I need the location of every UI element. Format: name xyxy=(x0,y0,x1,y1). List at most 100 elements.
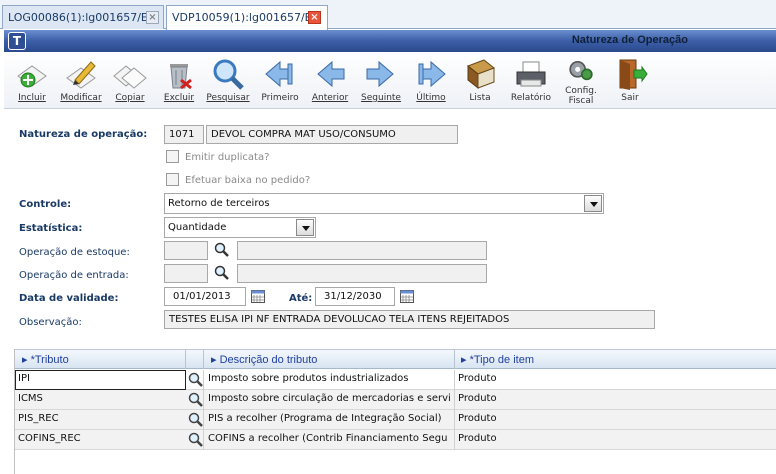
controle-value: Retorno de terceiros xyxy=(168,198,270,209)
close-icon[interactable]: × xyxy=(146,11,159,24)
column-header-tributo[interactable]: ▸ *Tributo xyxy=(22,353,69,366)
anterior-label: Anterior xyxy=(311,93,349,103)
emitir-duplicata-checkbox[interactable] xyxy=(166,150,179,163)
operacao-entrada-code-field[interactable] xyxy=(164,264,208,283)
controle-select[interactable]: Retorno de terceiros xyxy=(164,193,604,214)
window-titlebar: T Natureza de Operação xyxy=(4,30,776,52)
sair-button[interactable]: Sair xyxy=(606,56,654,108)
lista-label: Lista xyxy=(469,93,491,103)
calendar-icon[interactable] xyxy=(400,290,414,303)
data-inicio-field[interactable]: 01/01/2013 xyxy=(164,287,246,306)
copy-document-icon xyxy=(113,65,147,89)
descricao-cell: Imposto sobre circulação de mercadorias … xyxy=(208,393,451,404)
table-row[interactable]: ICMS Imposto sobre circulação de mercado… xyxy=(15,390,776,410)
grid-header: ▸ *Tributo ▸ Descrição do tributo ▸ *Tip… xyxy=(15,349,776,369)
tipo-item-cell: Produto xyxy=(458,433,497,444)
tab-log00086[interactable]: LOG00086(1):lg001657/ES × xyxy=(2,5,164,29)
natureza-label: Natureza de operação: xyxy=(19,129,148,140)
operacao-entrada-label: Operação de entrada: xyxy=(19,270,129,281)
estatistica-value: Quantidade xyxy=(168,222,227,233)
next-arrow-icon xyxy=(366,60,394,88)
table-row[interactable]: IPI Imposto sobre produtos industrializa… xyxy=(15,370,776,390)
relatorio-label: Relatório xyxy=(510,93,552,103)
tributo-cell: PIS_REC xyxy=(18,413,59,424)
column-separator xyxy=(203,350,204,369)
table-row[interactable]: PIS_REC PIS a recolher (Programa de Inte… xyxy=(15,410,776,430)
operacao-entrada-description-field[interactable] xyxy=(237,264,487,283)
search-icon[interactable] xyxy=(213,264,231,282)
lista-button[interactable]: Lista xyxy=(456,56,504,108)
controle-label: Controle: xyxy=(19,199,72,210)
column-header-tipo-item[interactable]: ▸ *Tipo de item xyxy=(461,353,534,366)
sair-label: Sair xyxy=(621,93,639,103)
ultimo-button[interactable]: Último xyxy=(407,56,455,108)
tab-strip: LOG00086(1):lg001657/ES × VDP10059(1):lg… xyxy=(0,0,776,30)
ate-label: Até: xyxy=(289,293,313,304)
toolbar: Incluir Modificar Copiar Excluir Pesquis… xyxy=(4,52,776,109)
chevron-down-icon[interactable] xyxy=(296,219,314,236)
column-separator xyxy=(185,350,186,369)
book-icon xyxy=(467,59,495,90)
observacao-field[interactable]: TESTES ELISA IPI NF ENTRADA DEVOLUCAO TE… xyxy=(164,310,655,329)
tributo-cell: ICMS xyxy=(18,393,43,404)
anterior-button[interactable]: Anterior xyxy=(306,56,354,108)
column-separator xyxy=(454,350,455,369)
column-separator xyxy=(454,390,455,410)
add-document-icon xyxy=(17,65,47,88)
column-separator xyxy=(203,410,204,430)
descricao-cell: Imposto sobre produtos industrializados xyxy=(208,373,409,384)
column-separator xyxy=(203,370,204,390)
magnifier-icon xyxy=(213,59,244,90)
last-arrow-icon xyxy=(418,60,446,88)
operacao-estoque-description-field[interactable] xyxy=(237,241,487,260)
data-validade-label: Data de validade: xyxy=(19,293,119,304)
previous-arrow-icon xyxy=(317,60,345,88)
column-separator xyxy=(203,390,204,410)
efetuar-baixa-checkbox[interactable] xyxy=(166,173,179,186)
tipo-item-cell: Produto xyxy=(458,373,497,384)
table-row[interactable]: COFINS_REC COFINS a recolher (Contrib Fi… xyxy=(15,430,776,450)
column-separator xyxy=(454,410,455,430)
app-logo-icon: T xyxy=(8,32,26,50)
search-icon[interactable] xyxy=(213,241,231,259)
natureza-description-field[interactable]: DEVOL COMPRA MAT USO/CONSUMO xyxy=(206,125,458,144)
copiar-button[interactable]: Copiar xyxy=(106,56,154,108)
config-label: Config. xyxy=(565,86,597,96)
seguinte-button[interactable]: Seguinte xyxy=(357,56,405,108)
observacao-label: Observação: xyxy=(19,317,82,328)
seguinte-label: Seguinte xyxy=(361,93,401,103)
primeiro-button[interactable]: Primeiro xyxy=(256,56,304,108)
natureza-code-field[interactable]: 1071 xyxy=(164,125,204,144)
efetuar-baixa-label: Efetuar baixa no pedido? xyxy=(185,175,311,186)
calendar-icon[interactable] xyxy=(251,290,265,303)
column-separator xyxy=(454,430,455,450)
selected-cell[interactable] xyxy=(15,370,186,390)
pesquisar-button[interactable]: Pesquisar xyxy=(204,56,252,108)
edit-pencil-icon xyxy=(66,61,96,89)
window-title: Natureza de Operação xyxy=(571,34,688,46)
descricao-cell: COFINS a recolher (Contrib Financiamento… xyxy=(208,433,448,444)
relatorio-button[interactable]: Relatório xyxy=(507,56,555,108)
excluir-label: Excluir xyxy=(163,93,195,103)
trash-icon xyxy=(170,64,192,90)
first-arrow-icon xyxy=(265,60,293,88)
descricao-cell: PIS a recolher (Programa de Integração S… xyxy=(208,413,442,424)
tributo-cell: IPI xyxy=(18,373,30,384)
modificar-button[interactable]: Modificar xyxy=(57,56,105,108)
operacao-estoque-code-field[interactable] xyxy=(164,241,208,260)
pesquisar-label: Pesquisar xyxy=(206,93,250,103)
tributos-grid: ▸ *Tributo ▸ Descrição do tributo ▸ *Tip… xyxy=(14,349,776,474)
modificar-label: Modificar xyxy=(60,93,102,103)
gear-config-icon xyxy=(569,60,593,81)
data-fim-field[interactable]: 31/12/2030 xyxy=(315,287,395,306)
estatistica-select[interactable]: Quantidade xyxy=(164,217,316,238)
tab-vdp10059[interactable]: VDP10059(1):lg001657/ES × xyxy=(166,5,328,30)
exit-door-icon xyxy=(619,59,648,90)
column-header-descricao[interactable]: ▸ Descrição do tributo xyxy=(211,353,317,366)
chevron-down-icon[interactable] xyxy=(584,195,602,212)
column-separator xyxy=(454,370,455,390)
close-icon[interactable]: × xyxy=(308,11,321,24)
config-fiscal-button[interactable]: Config. Fiscal xyxy=(557,56,605,108)
excluir-button[interactable]: Excluir xyxy=(155,56,203,108)
incluir-button[interactable]: Incluir xyxy=(8,56,56,108)
